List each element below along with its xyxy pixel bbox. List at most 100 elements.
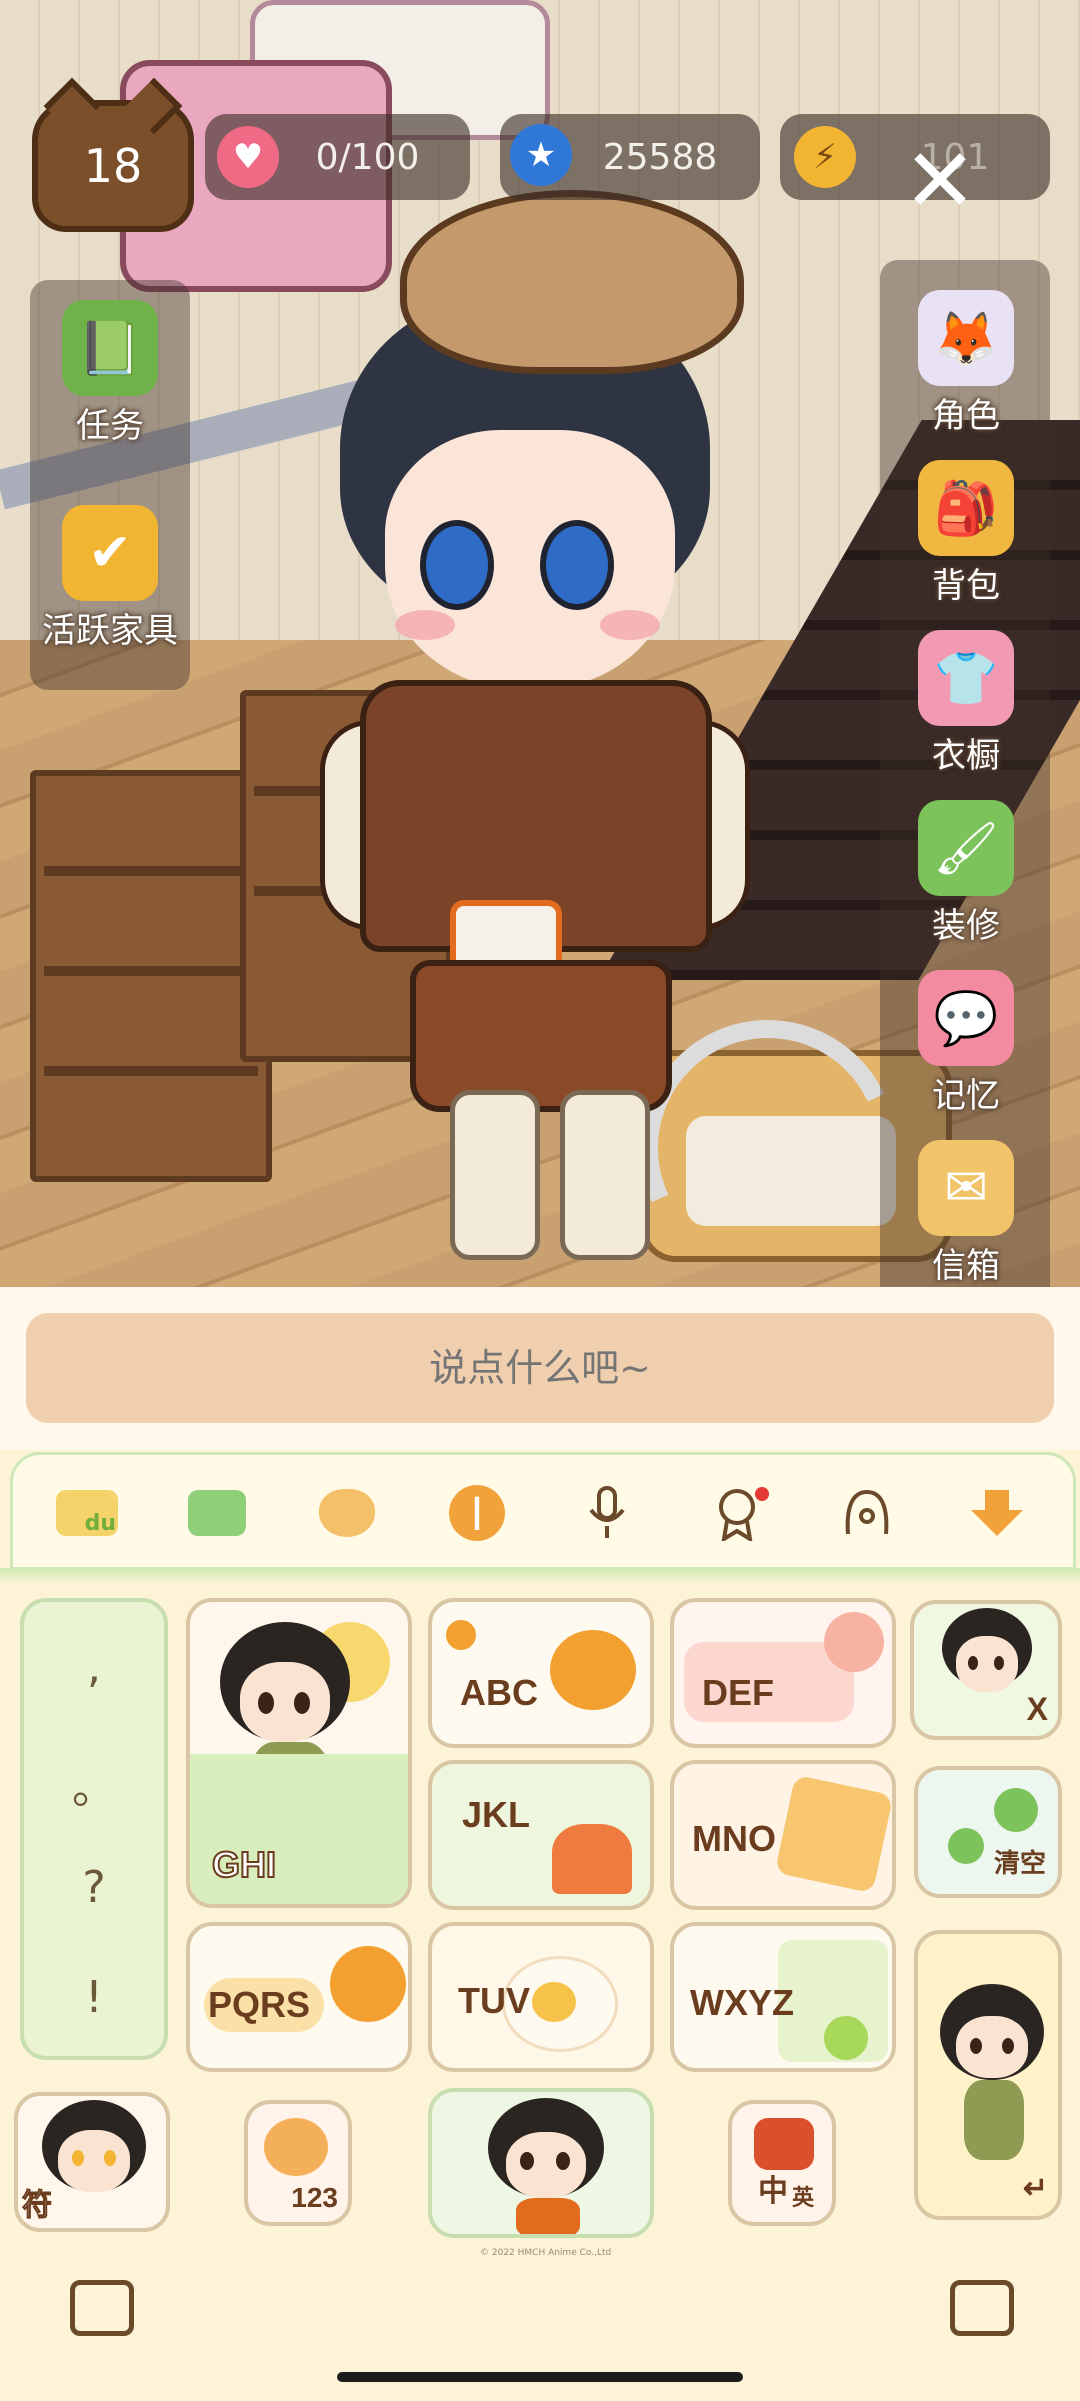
microphone-icon[interactable] bbox=[575, 1483, 639, 1543]
bookshelf-left bbox=[30, 770, 272, 1182]
player-character[interactable] bbox=[300, 180, 933, 1287]
menu-item-active-furniture[interactable]: ✔ 活跃家具 bbox=[20, 505, 200, 652]
key-label: GHI bbox=[211, 1843, 277, 1886]
paint-roller-icon: 🖌 bbox=[918, 800, 1014, 896]
hearts-counter[interactable]: ♥ 0/100 bbox=[205, 114, 470, 200]
memory-chat-icon: 💬 bbox=[918, 970, 1014, 1066]
key-mno[interactable]: MNO bbox=[670, 1760, 896, 1910]
cavegirl-sticker bbox=[930, 1984, 1054, 2194]
orange-decoration bbox=[550, 1630, 636, 1710]
collapse-arrow-icon[interactable] bbox=[965, 1483, 1029, 1543]
pen-a-icon[interactable] bbox=[835, 1483, 899, 1543]
orange-decoration bbox=[330, 1946, 406, 2022]
delete-key[interactable]: X bbox=[910, 1600, 1062, 1740]
punctuation-key[interactable]: 。 bbox=[24, 1752, 164, 1816]
enter-icon: ↵ bbox=[1022, 2172, 1048, 2205]
character-eye-left bbox=[420, 520, 494, 610]
roast-meat-icon bbox=[264, 2118, 328, 2176]
menu-item-label: 信箱 bbox=[932, 1246, 1000, 1286]
copyright-text: © 2022 HMCH Anime Co.,Ltd bbox=[480, 2248, 612, 2258]
task-book-icon: 📗 bbox=[62, 300, 158, 396]
cat-face-icon[interactable] bbox=[315, 1483, 379, 1543]
home-indicator[interactable] bbox=[337, 2372, 743, 2382]
grass-divider bbox=[0, 1568, 1080, 1584]
key-ghi[interactable]: GHI bbox=[186, 1598, 412, 1908]
menu-item-label: 衣橱 bbox=[932, 736, 1000, 776]
key-pqrs[interactable]: PQRS bbox=[186, 1922, 412, 2072]
cavegirl-sticker bbox=[482, 2098, 612, 2234]
menu-item-label: 活跃家具 bbox=[42, 611, 178, 651]
clover-icon bbox=[948, 1828, 984, 1864]
ime-keyboard: du ┃ , 。 ? ! GHI ABC DEF X JKL MNO 清空 PQ… bbox=[0, 1450, 1080, 2401]
voice-wave-icon[interactable]: ┃ bbox=[445, 1483, 509, 1543]
key-def[interactable]: DEF bbox=[670, 1598, 896, 1748]
menu-item-decorate[interactable]: 🖌 装修 bbox=[876, 800, 1056, 947]
menu-item-tasks[interactable]: 📗 任务 bbox=[20, 300, 200, 447]
du-logo-icon[interactable]: du bbox=[55, 1483, 119, 1543]
menu-item-label: 任务 bbox=[76, 406, 144, 446]
key-label: 符 bbox=[22, 2188, 53, 2224]
peach-decoration bbox=[824, 1612, 884, 1672]
enter-key[interactable]: ↵ bbox=[914, 1930, 1062, 2220]
menu-item-character[interactable]: 🦊 角色 bbox=[876, 290, 1056, 437]
keyboard-switch-icon[interactable] bbox=[70, 2280, 134, 2336]
number-key[interactable]: 123 bbox=[244, 2100, 352, 2226]
key-wxyz[interactable]: WXYZ bbox=[670, 1922, 896, 2072]
food-decoration bbox=[774, 1774, 892, 1894]
menu-item-mailbox[interactable]: ✉ 信箱 bbox=[876, 1140, 1056, 1287]
wardrobe-shirt-icon: 👕 bbox=[918, 630, 1014, 726]
punctuation-column[interactable]: , 。 ? ! bbox=[20, 1598, 168, 2060]
menu-item-label: 记忆 bbox=[932, 1076, 1000, 1116]
clover-icon bbox=[994, 1788, 1038, 1832]
key-tuv[interactable]: TUV bbox=[428, 1922, 654, 2072]
key-jkl[interactable]: JKL bbox=[428, 1760, 654, 1910]
cavegirl-sticker bbox=[36, 2100, 156, 2228]
punctuation-key[interactable]: , bbox=[24, 1642, 164, 1693]
space-key[interactable] bbox=[428, 2088, 654, 2238]
clipboard-icon[interactable] bbox=[950, 2280, 1014, 2336]
language-switch-key[interactable]: 中 英 bbox=[728, 2100, 836, 2226]
lightning-add-icon[interactable]: ⚡ bbox=[794, 126, 856, 188]
layout-icon[interactable] bbox=[185, 1483, 249, 1543]
menu-item-backpack[interactable]: 🎒 背包 bbox=[876, 460, 1056, 607]
character-blush bbox=[600, 610, 660, 640]
egg-yolk-decoration bbox=[532, 1982, 576, 2022]
lime-icon bbox=[824, 2016, 868, 2060]
menu-item-label: 背包 bbox=[932, 566, 1000, 606]
menu-item-wardrobe[interactable]: 👕 衣橱 bbox=[876, 630, 1056, 777]
close-button[interactable]: ✕ bbox=[880, 129, 1000, 232]
character-beret-hat bbox=[400, 190, 744, 374]
key-label: JKL bbox=[462, 1794, 531, 1835]
key-abc[interactable]: ABC bbox=[428, 1598, 654, 1748]
key-label: 123 bbox=[291, 2182, 338, 2213]
character-leg-right bbox=[560, 1090, 650, 1260]
chat-input-area bbox=[0, 1287, 1080, 1450]
keyboard-toolbar: du ┃ bbox=[10, 1452, 1076, 1570]
character-leg-left bbox=[450, 1090, 540, 1260]
symbols-key[interactable]: 符 bbox=[14, 2092, 170, 2232]
badge-ai-icon[interactable] bbox=[705, 1483, 769, 1543]
key-label: 英 bbox=[792, 2186, 815, 2211]
punctuation-key[interactable]: ! bbox=[24, 1972, 164, 2023]
character-eye-right bbox=[540, 520, 614, 610]
hearts-value: 0/100 bbox=[315, 136, 420, 178]
clear-key[interactable]: 清空 bbox=[914, 1766, 1062, 1898]
character-fox-icon: 🦊 bbox=[918, 290, 1014, 386]
key-label: TUV bbox=[458, 1980, 530, 2021]
key-label: 清空 bbox=[993, 1849, 1046, 1879]
chat-input[interactable] bbox=[26, 1313, 1054, 1423]
character-blush bbox=[395, 610, 455, 640]
stars-counter[interactable]: ★ 25588 bbox=[500, 114, 760, 200]
meat-icon bbox=[754, 2118, 814, 2170]
menu-item-memory[interactable]: 💬 记忆 bbox=[876, 970, 1056, 1117]
stars-value: 25588 bbox=[602, 136, 718, 178]
level-badge[interactable]: 18 bbox=[32, 100, 194, 232]
mailbox-envelope-icon: ✉ bbox=[918, 1140, 1014, 1236]
key-label: ABC bbox=[460, 1672, 538, 1713]
punctuation-key[interactable]: ? bbox=[24, 1862, 164, 1913]
du-logo-text: du bbox=[84, 1511, 116, 1536]
calendar-check-icon: ✔ bbox=[62, 505, 158, 601]
key-label: 中 bbox=[758, 2174, 788, 2209]
key-label: WXYZ bbox=[690, 1982, 794, 2023]
key-label: PQRS bbox=[208, 1984, 311, 2025]
